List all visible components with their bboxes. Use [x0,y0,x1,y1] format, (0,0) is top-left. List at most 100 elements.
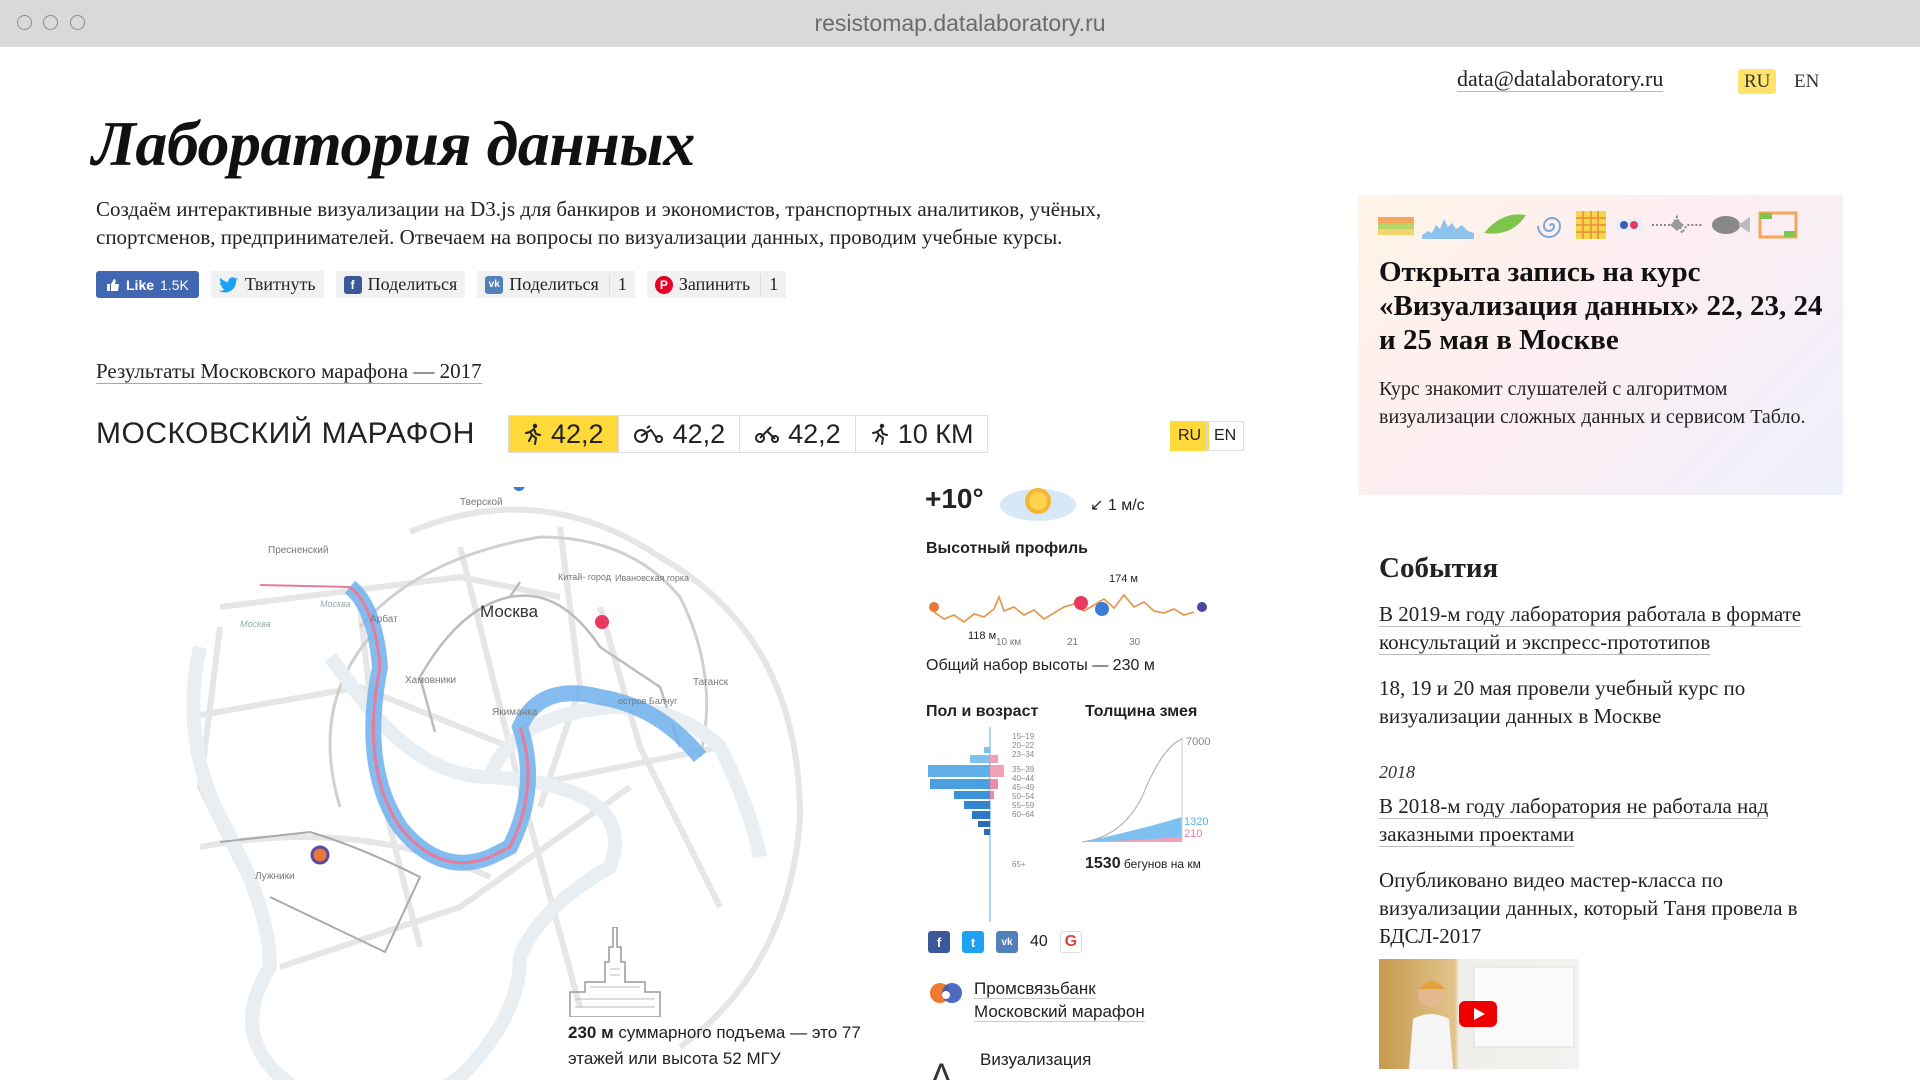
elevation-profile-chart[interactable]: 174 м 118 м 10 км 21 30 [924,567,1214,652]
event-item-2018[interactable]: В 2018-м году лаборатория не работала на… [1379,792,1839,848]
age-bar-female [990,779,998,789]
twitter-share-label: Твитнуть [244,274,316,294]
snake-label-mid1: 1320 [1184,816,1208,828]
vk-share-button[interactable]: vk Поделиться 1 [477,271,635,298]
video-thumbnail[interactable] [1379,959,1579,1069]
handbike-icon [755,426,780,443]
lang-ru-button[interactable]: RU [1738,69,1777,94]
facebook-like-label: Like [126,276,155,293]
elevation-checkpoint-blue [1095,602,1109,616]
distance-tabs: 42,2 42,2 42,2 10 КМ [508,415,989,453]
google-icon[interactable]: G [1059,931,1082,953]
youtube-play-icon[interactable] [1459,1001,1497,1027]
wind-value: 1 м/с [1107,497,1145,514]
elevation-start-marker [929,602,939,612]
tab-label: 42,2 [672,418,726,449]
snake-label-mid2: 210 [1184,828,1202,840]
age-bar-male [984,829,990,835]
map-label-moscow: Москва [480,602,539,621]
facebook-share-label: Поделиться [367,274,458,294]
marathon-results-link[interactable]: Результаты Московского марафона — 2017 [96,359,482,384]
elevation-end-marker [1197,602,1207,612]
marathon-route-thick[interactable] [344,580,707,871]
visualization-link[interactable]: Визуализация [980,1050,1091,1070]
age-pyramid-chart[interactable]: 15–19 20–22 23–34 35–39 40–44 45–49 50–5… [926,727,1066,922]
tab-marathon-wheelchair[interactable]: 42,2 [619,416,741,452]
elevation-km21: 21 [1067,637,1079,648]
map-label-luzhniki: Лужники [255,871,295,882]
tab-10km[interactable]: 10 КМ [856,416,988,452]
facebook-icon[interactable]: f [928,931,950,953]
widget-lang-en-button[interactable]: EN [1206,421,1245,451]
marathon-title: МОСКОВСКИЙ МАРАФОН [96,417,475,450]
fish-icon [1712,216,1750,234]
twitter-icon [218,276,238,292]
datalab-logo-icon: Λ [930,1057,953,1080]
checkpoint-marker-2[interactable] [595,615,609,629]
pinterest-share-button[interactable]: P Запинить 1 [646,271,787,298]
map-label-tverskoy: Тверской [460,497,503,508]
contact-email-link[interactable]: data@datalaboratory.ru [1457,66,1664,93]
twitter-share-button[interactable]: Твитнуть [210,271,324,298]
snake-thickness-chart[interactable]: 7000 1320 210 [1082,737,1222,852]
sponsor-line-2: Московский марафон [974,1002,1145,1022]
address-bar[interactable]: resistomap.datalaboratory.ru [0,10,1920,37]
route-map[interactable]: Москва Тверской Пресненский Арбат Китай-… [160,487,840,1080]
map-label-river: Москва [240,619,271,629]
events-heading: События [1379,552,1499,584]
vk-icon[interactable]: vk [996,931,1018,953]
event-item-2019[interactable]: В 2019-м году лаборатория работала в фор… [1379,600,1839,656]
map-label-river: Москва [320,599,351,609]
sun-icon [1000,488,1076,521]
age-label: 60–64 [1012,810,1035,819]
age-label: 23–34 [1012,750,1035,759]
twitter-icon[interactable]: t [962,931,984,953]
age-bar-male [930,779,990,789]
tab-marathon-runners[interactable]: 42,2 [509,416,619,452]
heatmap-icon [1576,211,1606,239]
age-bar-female [990,791,994,799]
promo-title: Открыта запись на курс «Визуализация дан… [1379,256,1823,356]
map-label-khamovniki: Хамовники [405,675,456,686]
age-label: 15–19 [1012,732,1035,741]
course-promo-card[interactable]: Открыта запись на курс «Визуализация дан… [1358,195,1843,495]
age-bar-male [954,791,990,799]
event-text: 18, 19 и 20 мая провели учебный курс по … [1379,676,1746,728]
pinterest-icon: P [654,275,673,294]
facebook-like-button[interactable]: Like 1.5K [96,271,199,298]
snake-thickness-title: Толщина змея [1085,703,1198,720]
promo-text: Курс знакомит слушателей с алгоритмом ви… [1379,378,1806,428]
elevation-min-label: 118 м [968,630,996,642]
event-item-video[interactable]: Опубликовано видео мастер-класса по визу… [1379,866,1839,950]
elevation-km30: 30 [1129,637,1141,648]
facebook-share-button[interactable]: f Поделиться [335,271,466,298]
widget-lang-ru-button[interactable]: RU [1170,421,1210,451]
sponsor-text: Промсвязьбанк Московский марафон [974,977,1145,1023]
vk-count: 40 [1030,933,1048,950]
tab-label: 42,2 [551,418,604,449]
vk-share-count: 1 [608,274,627,295]
map-label-kitay-gorod: Китай- город [558,572,612,582]
pinterest-share-count: 1 [760,274,778,295]
widget-social-row: f t vk 40 G [928,931,1082,953]
site-title: Лаборатория данных [92,108,695,179]
lang-en-button[interactable]: EN [1788,69,1825,94]
event-text: Опубликовано видео мастер-класса по визу… [1379,868,1798,948]
sponsor-block[interactable]: Промсвязьбанк Московский марафон [928,977,1145,1023]
leaf-chart-icon [1484,214,1526,234]
snake-caption-value: 1530 [1085,855,1121,872]
age-sex-title: Пол и возраст [926,703,1039,720]
map-label-yakimanka: Якиманка [492,707,538,718]
events-year: 2018 [1379,762,1415,782]
snake-caption-text: бегунов на км [1120,857,1201,871]
wheelchair-icon [633,425,663,443]
start-finish-marker[interactable] [310,845,330,865]
event-item-course[interactable]: 18, 19 и 20 мая провели учебный курс по … [1379,674,1839,730]
climb-description: 230 м суммарного подъема — это 77 этажей… [568,1020,868,1072]
tab-marathon-handbike[interactable]: 42,2 [740,416,856,452]
elevation-km10: 10 км [996,637,1021,648]
age-bar-female [990,755,998,763]
age-label: 35–39 [1012,765,1035,774]
age-label: 50–54 [1012,792,1035,801]
checkpoint-marker-1[interactable] [513,487,525,491]
